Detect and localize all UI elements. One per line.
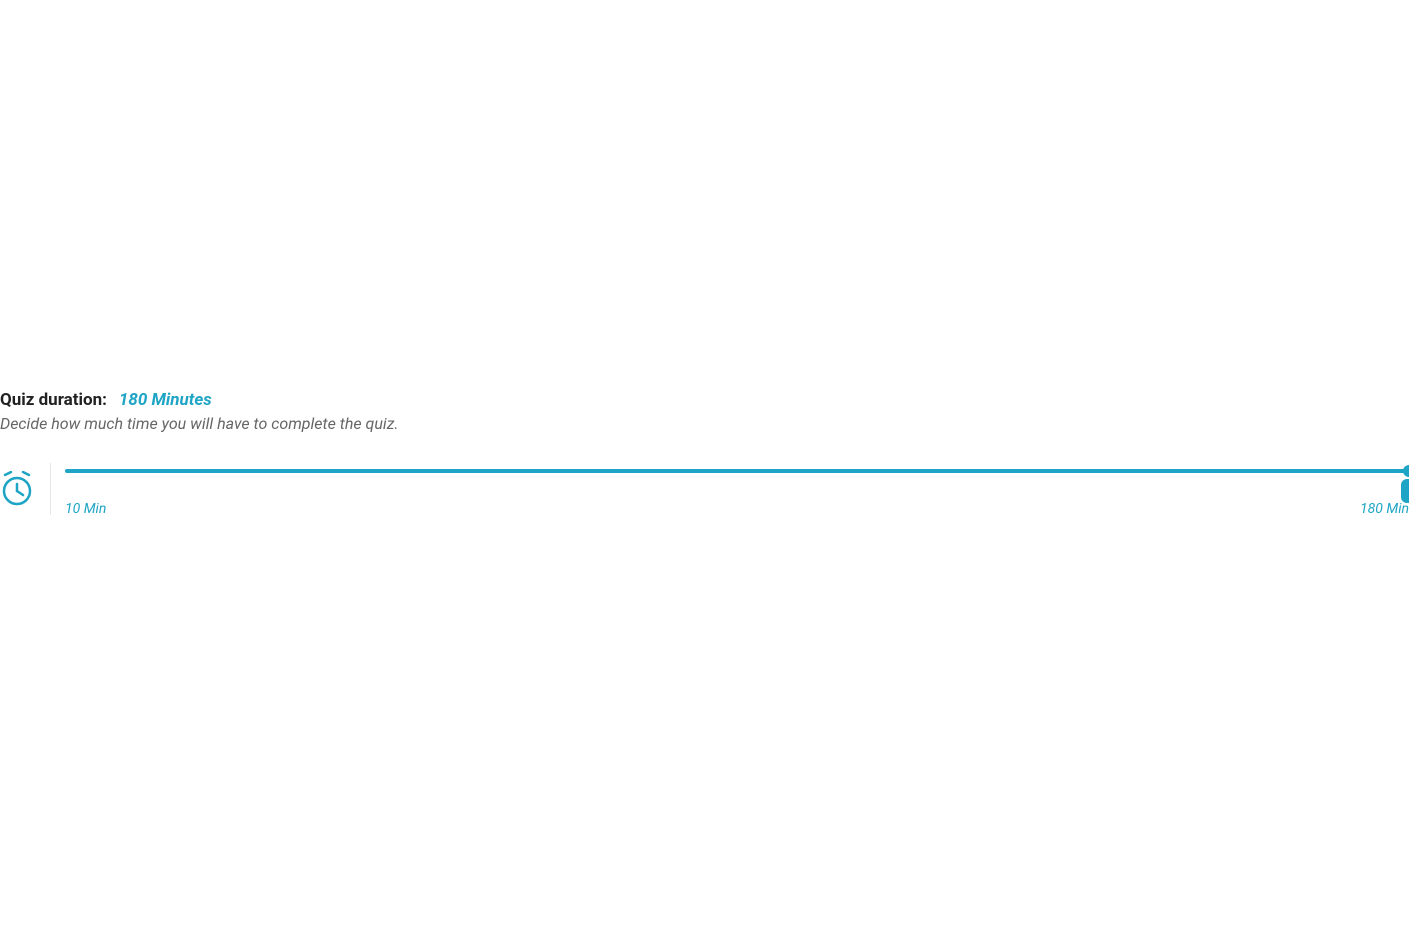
slider-thumb[interactable] xyxy=(1403,465,1409,477)
duration-slider-row: 10 Min 180 Min xyxy=(0,461,1409,517)
slider-labels: 10 Min 180 Min xyxy=(65,501,1409,517)
duration-description: Decide how much time you will have to co… xyxy=(0,414,1409,433)
duration-label-row: Quiz duration: 180 Minutes xyxy=(0,390,1409,410)
duration-value: 180 Minutes xyxy=(119,390,212,410)
slider-marker xyxy=(1401,479,1409,503)
quiz-duration-section: Quiz duration: 180 Minutes Decide how mu… xyxy=(0,390,1409,517)
slider-max-label: 180 Min xyxy=(1360,501,1409,517)
duration-label: Quiz duration: xyxy=(0,390,107,410)
duration-slider[interactable]: 10 Min 180 Min xyxy=(65,461,1409,517)
divider xyxy=(50,463,51,515)
slider-min-label: 10 Min xyxy=(65,501,106,517)
clock-icon xyxy=(0,471,36,507)
slider-track xyxy=(65,469,1409,473)
